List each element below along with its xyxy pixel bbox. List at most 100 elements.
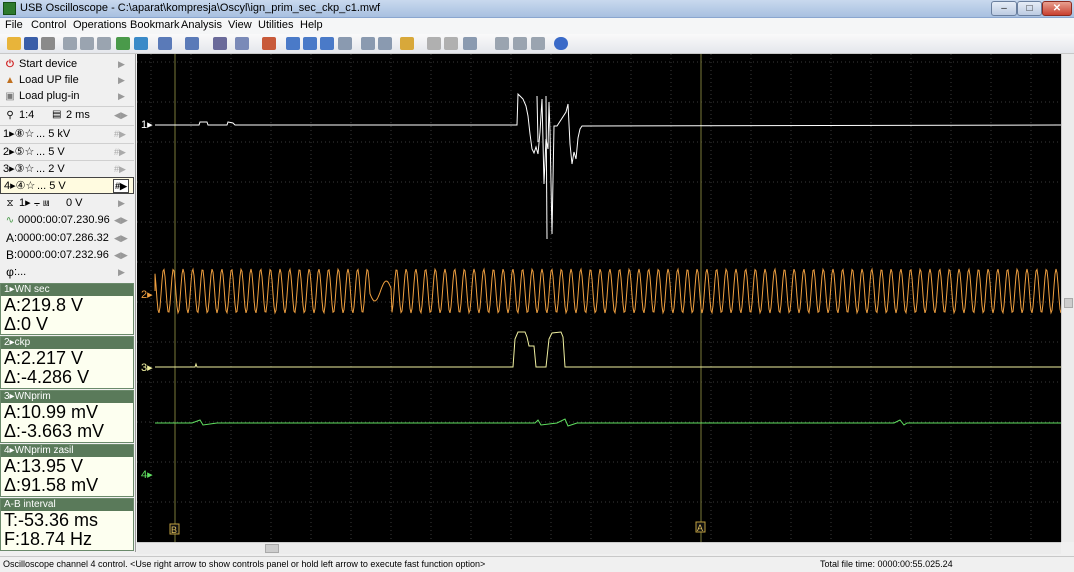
trigger-icon[interactable] xyxy=(116,37,130,50)
cursor-a-row[interactable]: A :0000:00:07.286.32 ◀▶ xyxy=(0,230,134,246)
grid-icon[interactable] xyxy=(361,37,375,50)
measurement-delta: Δ:91.58 mV xyxy=(4,475,99,495)
timebase-icon: ▤ xyxy=(52,109,62,120)
channel-4-row[interactable]: 4▸④☆ ... 5 V #▶ xyxy=(0,177,134,194)
channel-1-row[interactable]: 1▸⑧☆ ... 5 kV #▶ xyxy=(0,125,134,141)
copy-icon[interactable] xyxy=(63,37,77,50)
cut-icon[interactable] xyxy=(97,37,111,50)
measurement-panel-3: 3▸WNprim A:10.99 mV Δ:-3.663 mV xyxy=(0,390,134,443)
undo-icon[interactable] xyxy=(213,37,227,50)
load-icon: ▲ xyxy=(5,75,15,86)
channel-arrows-icon[interactable]: #▶ xyxy=(114,126,126,142)
status-bar: Oscilloscope channel 4 control. <Use rig… xyxy=(0,556,1074,572)
measurement-delta: Δ:-4.286 V xyxy=(4,367,90,387)
toolbar xyxy=(0,34,1074,54)
load-plugin-item[interactable]: ▣ Load plug-in ▶ xyxy=(0,88,134,104)
oscilloscope-plot[interactable]: 1▸ 2▸ 3▸ 4▸ B A xyxy=(137,54,1061,542)
ch4-marker[interactable]: 4▸ xyxy=(141,469,153,481)
plugin-icon: ▣ xyxy=(5,91,15,102)
interval-time: T:-53.36 ms xyxy=(4,510,99,530)
paste-icon[interactable] xyxy=(80,37,94,50)
cursor-b-row[interactable]: B :0000:00:07.232.96 ◀▶ xyxy=(0,247,134,263)
menu-analysis[interactable]: Analysis xyxy=(181,19,222,31)
measurement-a: A:10.99 mV xyxy=(4,402,99,422)
menu-view[interactable]: View xyxy=(228,19,252,31)
plot-grid xyxy=(137,54,1061,542)
ch3-trace xyxy=(155,331,1061,368)
interval-frequency: F:18.74 Hz xyxy=(4,529,93,549)
chevron-right-icon: ▶ xyxy=(118,91,125,101)
vertical-scroll-thumb[interactable] xyxy=(1064,298,1073,308)
ch2-marker[interactable]: 2▸ xyxy=(141,289,153,301)
channel-2-row[interactable]: 2▸⑤☆ ... 5 V #▶ xyxy=(0,143,134,159)
start-device-item[interactable]: ⏻ Start device ▶ xyxy=(0,56,134,72)
horizontal-scroll-thumb[interactable] xyxy=(265,544,279,553)
check3-icon[interactable] xyxy=(320,37,334,50)
menu-operations[interactable]: Operations xyxy=(73,19,127,31)
page-icon[interactable] xyxy=(338,37,352,50)
panel2-icon[interactable] xyxy=(513,37,527,50)
display-icon[interactable] xyxy=(463,37,477,50)
waveform-canvas[interactable]: 1▸ 2▸ 3▸ 4▸ B A xyxy=(137,54,1061,542)
menu-control[interactable]: Control xyxy=(31,19,66,31)
filter-icon[interactable] xyxy=(262,37,276,50)
time-row[interactable]: ∿ 0000:00:07.230.96 ◀▶ xyxy=(0,212,134,228)
step-icon[interactable] xyxy=(427,37,441,50)
arrows-icon: ◀▶ xyxy=(114,215,128,225)
menu-utilities[interactable]: Utilities xyxy=(258,19,293,31)
control-panel: ⏻ Start device ▶ ▲ Load UP file ▶ ▣ Load… xyxy=(0,54,136,552)
panel-icon[interactable] xyxy=(495,37,509,50)
arrows-icon: ◀▶ xyxy=(114,110,128,120)
total-file-time: Total file time: 0000:00:55.025.24 xyxy=(820,559,953,569)
chevron-right-icon: ▶ xyxy=(118,59,125,69)
cursor-a-label[interactable]: A xyxy=(697,523,703,533)
marker-icon[interactable] xyxy=(134,37,148,50)
ch1-spike xyxy=(536,95,539,143)
trigger-row[interactable]: ⧖ 1▸ ⨪ ⩏ 0 V ▶ xyxy=(0,195,134,211)
measurement-panel-1: 1▸WN sec A:219.8 V Δ:0 V xyxy=(0,283,134,335)
channel-arrows-icon[interactable]: #▶ xyxy=(113,179,129,193)
close-button[interactable]: ✕ xyxy=(1042,1,1072,16)
ch1-marker[interactable]: 1▸ xyxy=(141,119,153,131)
check-icon[interactable] xyxy=(286,37,300,50)
chevron-right-icon: ▶ xyxy=(118,198,125,208)
time-icon: ∿ xyxy=(5,215,15,226)
channel-arrows-icon[interactable]: #▶ xyxy=(114,161,126,177)
arrows-icon: ◀▶ xyxy=(114,250,128,260)
check2-icon[interactable] xyxy=(303,37,317,50)
waveform-icon[interactable] xyxy=(158,37,172,50)
open-icon[interactable] xyxy=(7,37,21,50)
chevron-right-icon: ▶ xyxy=(118,75,125,85)
trigger-icon: ⧖ xyxy=(6,198,14,209)
measurement-delta: Δ:-3.663 mV xyxy=(4,421,105,441)
zoom-icon[interactable] xyxy=(235,37,249,50)
cursor-b-label[interactable]: B xyxy=(171,525,177,535)
menu-bookmark[interactable]: Bookmark xyxy=(130,19,180,31)
load-up-file-item[interactable]: ▲ Load UP file ▶ xyxy=(0,72,134,88)
zoom-timebase-row[interactable]: ⚲ 1:4 ▤ 2 ms ◀▶ xyxy=(0,106,134,122)
export-icon[interactable] xyxy=(378,37,392,50)
panel3-icon[interactable] xyxy=(531,37,545,50)
measurement-a: A:219.8 V xyxy=(4,295,84,315)
maximize-button[interactable]: □ xyxy=(1017,1,1042,16)
menu-help[interactable]: Help xyxy=(300,19,323,31)
minimize-button[interactable]: – xyxy=(991,1,1017,16)
horizontal-scrollbar[interactable] xyxy=(137,542,1061,554)
abc-icon[interactable] xyxy=(400,37,414,50)
print-icon[interactable] xyxy=(41,37,55,50)
save-icon[interactable] xyxy=(24,37,38,50)
magnifier-icon: ⚲ xyxy=(6,110,14,121)
menu-file[interactable]: File xyxy=(5,19,23,31)
ch2-trace xyxy=(154,267,1061,315)
phase-row[interactable]: φ :... ▶ xyxy=(0,264,134,280)
app-icon xyxy=(3,2,16,15)
ch3-marker[interactable]: 3▸ xyxy=(141,362,153,374)
power-icon: ⏻ xyxy=(6,59,14,70)
waveform2-icon[interactable] xyxy=(185,37,199,50)
step2-icon[interactable] xyxy=(444,37,458,50)
help-icon[interactable] xyxy=(554,37,568,50)
channel-arrows-icon[interactable]: #▶ xyxy=(114,144,126,160)
vertical-scrollbar[interactable] xyxy=(1061,54,1074,542)
channel-3-row[interactable]: 3▸③☆ ... 2 V #▶ xyxy=(0,160,134,176)
measurement-a: A:13.95 V xyxy=(4,456,84,476)
